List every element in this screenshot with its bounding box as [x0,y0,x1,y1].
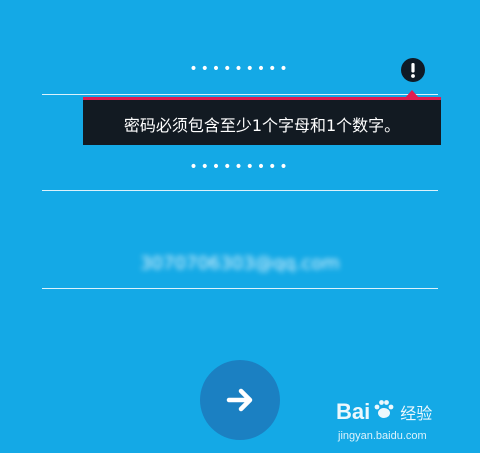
password-masked-text: ••••••••• [189,61,291,77]
watermark-url: jingyan.baidu.com [338,430,427,442]
email-value: 3070706303@qq.com [140,253,340,274]
watermark-logo: Bai 经验 [336,397,432,427]
error-message: 密码必须包含至少1个字母和1个数字。 [123,116,401,135]
tooltip-caret [405,90,419,98]
baidu-jingyan-watermark: Bai 经验 jingyan.baidu.com [336,397,476,447]
error-tooltip: 密码必须包含至少1个字母和1个数字。 [83,90,441,145]
error-icon[interactable] [401,58,425,82]
confirm-password-field[interactable]: ••••••••• [0,159,480,175]
next-button[interactable] [200,360,280,440]
email-field[interactable]: 3070706303@qq.com [0,253,480,274]
password-underline [42,94,438,95]
arrow-right-icon [226,388,253,412]
paw-icon [372,397,396,427]
confirm-password-masked-text: ••••••••• [189,159,291,175]
tooltip-accent-bar [83,97,441,100]
exclamation-icon [411,63,415,78]
watermark-brand-left: Bai [336,399,371,424]
watermark-brand-right: 经验 [400,406,433,423]
email-underline [42,288,438,289]
confirm-password-underline [42,190,438,191]
